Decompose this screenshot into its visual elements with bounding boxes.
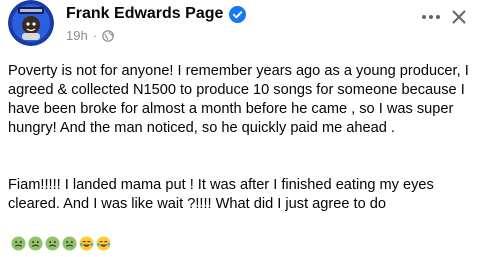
- nauseated-face-icon: [28, 217, 43, 251]
- post-paragraph-2-wrap: Fiam!!!!! I landed mama put ! It was aft…: [8, 176, 478, 251]
- nauseated-face-icon: [11, 217, 26, 251]
- close-button[interactable]: [450, 8, 468, 26]
- facebook-post: Frank Edwards Page 19h · Poverty is not …: [0, 0, 480, 251]
- page-avatar[interactable]: [8, 0, 54, 46]
- tears-of-joy-icon: [96, 217, 111, 251]
- meta-separator: ·: [92, 28, 98, 43]
- more-options-button[interactable]: [420, 8, 442, 26]
- more-dot-icon: [436, 15, 440, 19]
- close-icon: [452, 10, 466, 24]
- emoji-group: [11, 217, 111, 251]
- more-dot-icon: [429, 15, 433, 19]
- author-row: Frank Edwards Page: [66, 4, 247, 24]
- nauseated-face-icon: [45, 217, 60, 251]
- globe-icon: [102, 30, 114, 42]
- more-dot-icon: [422, 15, 426, 19]
- post-paragraph-1: Poverty is not for anyone! I remember ye…: [8, 63, 469, 136]
- verified-badge-icon: [229, 5, 247, 23]
- post-timestamp[interactable]: 19h: [66, 28, 88, 44]
- tears-of-joy-icon: [79, 217, 94, 251]
- post-paragraph-2: Fiam!!!!! I landed mama put ! It was aft…: [8, 177, 434, 212]
- author-name[interactable]: Frank Edwards Page: [66, 4, 223, 24]
- post-meta: 19h ·: [66, 28, 114, 44]
- nauseated-face-icon: [62, 217, 77, 251]
- post-body: Poverty is not for anyone! I remember ye…: [8, 62, 478, 251]
